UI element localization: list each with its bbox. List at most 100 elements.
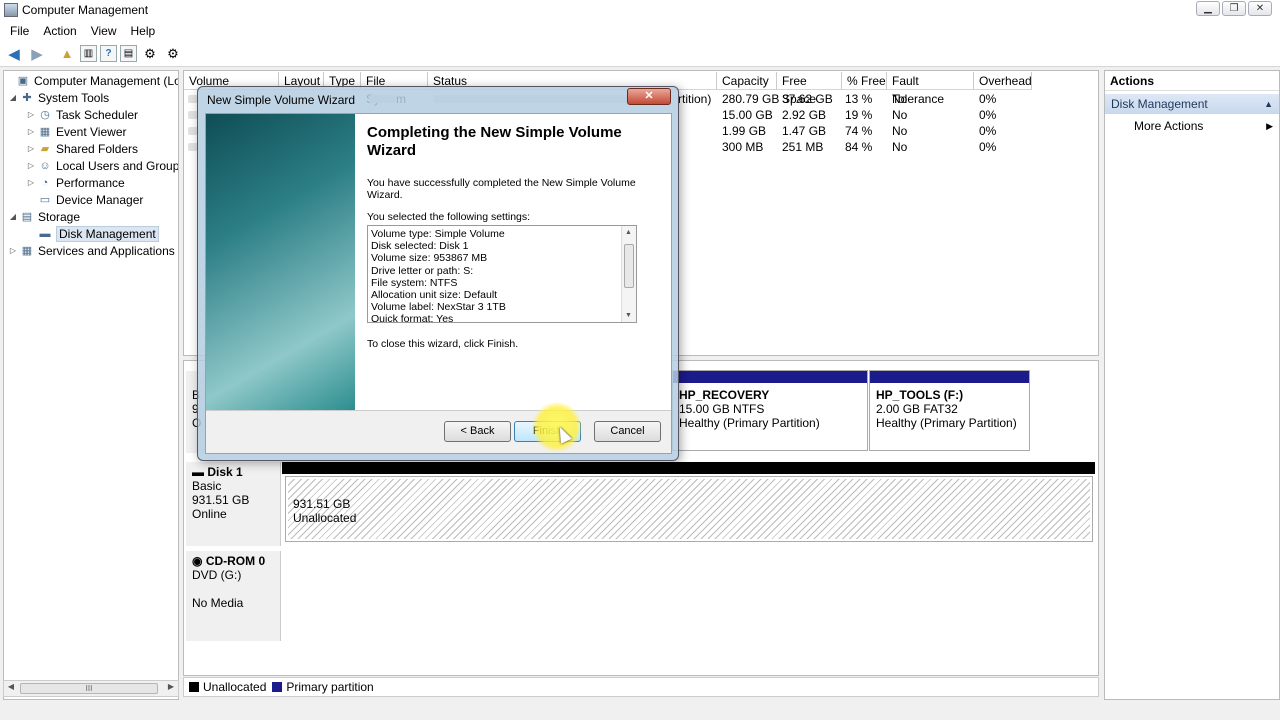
capacity-cell: 300 MB	[722, 140, 764, 154]
settings-icon[interactable]: ⚙	[163, 44, 183, 64]
overhead-cell: 0%	[979, 140, 997, 154]
collapse-icon[interactable]: ◢	[8, 93, 18, 102]
setting-line: Disk selected: Disk 1	[371, 240, 469, 253]
collapse-up-icon[interactable]: ▲	[1264, 94, 1273, 114]
settings-scrollbar[interactable]: ▲ ▼	[621, 226, 636, 322]
percent-free-cell: 13 %	[845, 92, 873, 106]
capacity-cell: 15.00 GB	[722, 108, 773, 122]
expand-icon[interactable]: ▷	[26, 127, 36, 136]
properties-icon[interactable]: ⚙	[140, 44, 160, 64]
column-header-fault-tolerance[interactable]: Fault Tolerance	[887, 72, 974, 106]
tree-item-system-tools[interactable]: ◢ ✚ System Tools	[8, 89, 109, 106]
show-hide-action-pane-icon[interactable]: ▤	[120, 45, 137, 62]
setting-line: Allocation unit size: Default	[371, 289, 498, 302]
capacity-cell: 1.99 GB	[722, 124, 767, 138]
overhead-cell: 0%	[979, 124, 997, 138]
back-arrow-icon[interactable]: ◀	[4, 44, 24, 64]
expand-icon[interactable]: ▷	[26, 161, 36, 170]
setting-line: File system: NTFS	[371, 276, 458, 289]
tree-horizontal-scrollbar[interactable]: ◀ III ▶	[3, 680, 179, 697]
column-header-overhead[interactable]: Overhead	[974, 72, 1032, 90]
close-button[interactable]: ✕	[1248, 1, 1272, 16]
tree-item-services[interactable]: ▷ ▦ Services and Applications	[8, 242, 175, 259]
legend-primary: Primary partition	[272, 680, 374, 694]
tree-item-disk-management[interactable]: ▬ Disk Management	[26, 225, 159, 242]
menu-file[interactable]: File	[3, 24, 36, 38]
clock-icon: ◷	[40, 109, 50, 121]
settings-summary-box[interactable]: Volume type: Simple Volume Disk selected…	[367, 225, 637, 323]
percent-free-cell: 19 %	[845, 108, 873, 122]
tree-item-local-users[interactable]: ▷ ☺ Local Users and Groups	[26, 157, 178, 174]
free-space-cell: 2.92 GB	[782, 108, 827, 122]
scroll-down-icon[interactable]: ▼	[625, 312, 632, 319]
partition-hp-recovery[interactable]: HP_RECOVERY 15.00 GB NTFS Healthy (Prima…	[672, 370, 868, 451]
expand-icon[interactable]: ▷	[26, 178, 36, 187]
column-header-percent-free[interactable]: % Free	[842, 72, 887, 90]
column-header-capacity[interactable]: Capacity	[717, 72, 777, 90]
scroll-thumb[interactable]: III	[20, 683, 158, 694]
fault-tolerance-cell: No	[892, 124, 908, 138]
setting-line: Volume label: NexStar 3 1TB	[371, 301, 506, 314]
fault-tolerance-cell: No	[892, 92, 908, 106]
setting-line: Drive letter or path: S:	[371, 264, 474, 277]
actions-pane: Actions Disk Management ▲ More Actions ▶	[1104, 70, 1280, 700]
fault-tolerance-cell: No	[892, 108, 908, 122]
tree-item-task-scheduler[interactable]: ▷ ◷ Task Scheduler	[26, 106, 138, 123]
cdrom-icon: ◉	[192, 554, 206, 568]
fault-tolerance-cell: No	[892, 140, 908, 154]
menu-help[interactable]: Help	[124, 24, 163, 38]
help-icon[interactable]: ?	[100, 45, 117, 62]
tree-item-computer-management[interactable]: ▣ Computer Management (Local	[4, 72, 178, 89]
actions-title: Actions	[1105, 71, 1279, 91]
minimize-button[interactable]: ▁	[1196, 1, 1220, 16]
column-header-free-space[interactable]: Free Space	[777, 72, 842, 106]
expand-icon[interactable]: ▷	[8, 246, 18, 255]
capacity-cell: 280.79 GB	[722, 92, 780, 106]
new-simple-volume-wizard: New Simple Volume Wizard ✕ Completing th…	[197, 86, 679, 461]
disk-1-label[interactable]: ▬ Disk 1 Basic 931.51 GB Online	[186, 462, 281, 546]
tree-item-performance[interactable]: ▷ ◔ Performance	[26, 174, 125, 191]
scroll-left-icon[interactable]: ◀	[5, 682, 17, 691]
forward-arrow-icon[interactable]: ▶	[27, 44, 47, 64]
wizard-close-button[interactable]: ✕	[627, 88, 671, 105]
setting-line: Quick format: Yes	[371, 313, 454, 323]
navigation-tree: ▣ Computer Management (Local ◢✚ System T…	[3, 70, 179, 700]
expand-icon[interactable]: ▷	[26, 144, 36, 153]
tree-item-event-viewer[interactable]: ▷ ▦ Event Viewer	[26, 123, 127, 140]
disk-legend: Unallocated Primary partition	[183, 677, 1099, 697]
tree-item-shared-folders[interactable]: ▷ ▰ Shared Folders	[26, 140, 138, 157]
back-button[interactable]: < Back	[444, 421, 511, 442]
tree-item-storage[interactable]: ◢ ▤ Storage	[8, 208, 80, 225]
wizard-selected-label: You selected the following settings:	[367, 211, 531, 223]
maximize-button[interactable]: ❐	[1222, 1, 1246, 16]
cdrom-label[interactable]: ◉ CD-ROM 0 DVD (G:) No Media	[186, 551, 281, 641]
device-manager-icon: ▭	[39, 194, 51, 206]
tree-item-device-manager[interactable]: ▭ Device Manager	[26, 191, 144, 208]
collapse-icon[interactable]: ◢	[8, 212, 18, 221]
overhead-cell: 0%	[979, 92, 997, 106]
cancel-button[interactable]: Cancel	[594, 421, 661, 442]
show-hide-tree-icon[interactable]: ▥	[80, 45, 97, 62]
up-folder-icon[interactable]: ▲	[57, 44, 77, 64]
disk-icon: ▬	[39, 227, 51, 240]
scroll-up-icon[interactable]: ▲	[625, 229, 632, 236]
menu-action[interactable]: Action	[36, 24, 83, 38]
legend-unallocated: Unallocated	[189, 680, 266, 694]
unallocated-bar	[282, 462, 1095, 474]
setting-line: Volume type: Simple Volume	[371, 228, 505, 240]
wizard-banner-image	[206, 114, 355, 410]
performance-gauge-icon: ◔	[41, 176, 49, 189]
settings-scroll-thumb[interactable]	[624, 244, 634, 288]
percent-free-cell: 74 %	[845, 124, 873, 138]
scroll-right-icon[interactable]: ▶	[165, 682, 177, 691]
submenu-arrow-icon: ▶	[1266, 121, 1273, 131]
unallocated-partition[interactable]: 931.51 GB Unallocated	[285, 476, 1093, 542]
menu-view[interactable]: View	[84, 24, 124, 38]
free-space-cell: 1.47 GB	[782, 124, 827, 138]
actions-section-disk-management[interactable]: Disk Management ▲	[1105, 94, 1279, 114]
partition-hp-tools[interactable]: HP_TOOLS (F:) 2.00 GB FAT32 Healthy (Pri…	[869, 370, 1030, 451]
expand-icon[interactable]: ▷	[26, 110, 36, 119]
more-actions-item[interactable]: More Actions ▶	[1105, 116, 1279, 136]
free-space-cell: 251 MB	[782, 140, 824, 154]
wizard-success-text: You have successfully completed the New …	[367, 177, 636, 201]
